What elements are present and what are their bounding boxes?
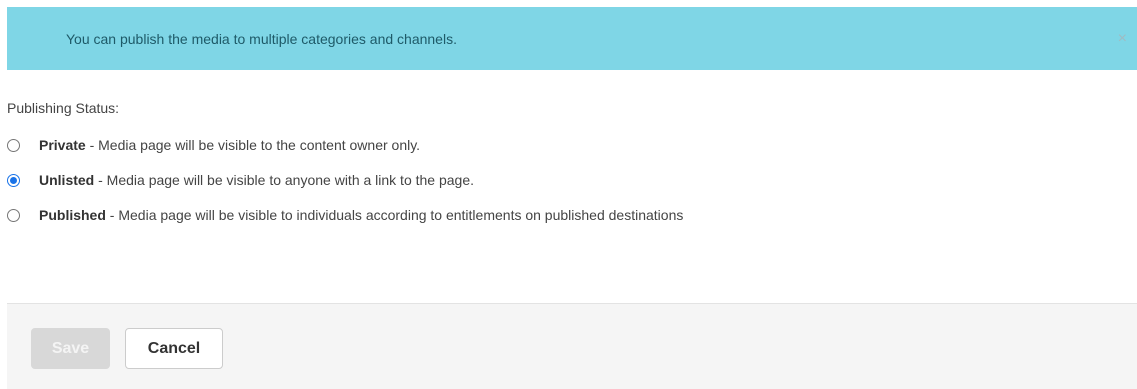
radio-option-private[interactable]: Private - Media page will be visible to … bbox=[7, 134, 683, 156]
cancel-button[interactable]: Cancel bbox=[125, 328, 223, 369]
option-description-unlisted: - Media page will be visible to anyone w… bbox=[94, 172, 475, 188]
alert-message: You can publish the media to multiple ca… bbox=[66, 30, 457, 47]
radio-option-published[interactable]: Published - Media page will be visible t… bbox=[7, 204, 683, 226]
save-button[interactable]: Save bbox=[31, 328, 110, 369]
radio-published[interactable] bbox=[7, 208, 20, 222]
option-name-private: Private bbox=[39, 137, 86, 153]
option-name-published: Published bbox=[39, 207, 106, 223]
close-icon[interactable]: × bbox=[1118, 30, 1127, 47]
info-alert: You can publish the media to multiple ca… bbox=[7, 7, 1137, 70]
publishing-status-label: Publishing Status: bbox=[7, 100, 120, 116]
form-footer: Save Cancel bbox=[7, 303, 1137, 389]
option-name-unlisted: Unlisted bbox=[39, 172, 95, 188]
radio-unlisted[interactable] bbox=[7, 173, 20, 187]
publishing-status-options: Private - Media page will be visible to … bbox=[7, 134, 683, 239]
option-description-private: - Media page will be visible to the cont… bbox=[85, 137, 421, 153]
radio-private[interactable] bbox=[7, 138, 20, 152]
radio-option-unlisted[interactable]: Unlisted - Media page will be visible to… bbox=[7, 169, 683, 191]
option-description-published: - Media page will be visible to individu… bbox=[105, 207, 684, 223]
